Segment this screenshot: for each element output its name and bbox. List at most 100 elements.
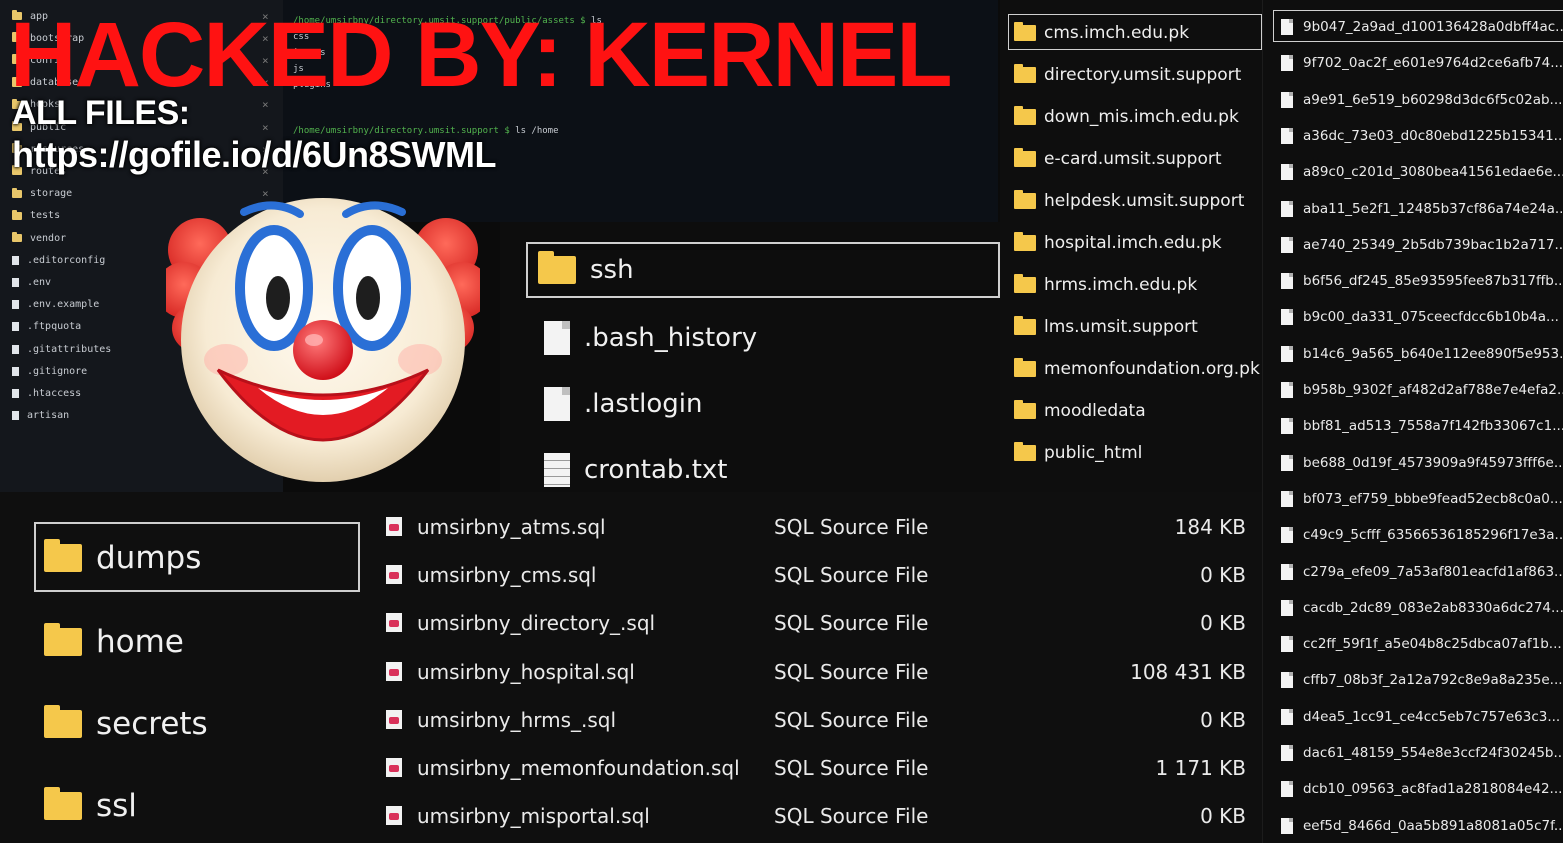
- domain-folder-item[interactable]: cms.imch.edu.pk: [1014, 18, 1189, 48]
- sql-file-row[interactable]: umsirbny_cms.sql SQL Source File 0 KB: [386, 557, 1246, 593]
- hash-file-item[interactable]: b6f56_df245_85e93595fee87b317ffb...: [1281, 266, 1563, 296]
- hash-file-item[interactable]: b958b_9302f_af482d2af788e7e4efa2...: [1281, 375, 1563, 405]
- hash-file-item[interactable]: b9c00_da331_075ceecfdcc6b10b4a...: [1281, 302, 1559, 332]
- sql-file-row[interactable]: umsirbny_hospital.sql SQL Source File 108 …: [386, 654, 1246, 690]
- folder-icon: [1014, 106, 1036, 125]
- file-icon: [1281, 781, 1293, 798]
- sql-file-row[interactable]: umsirbny_hrms_.sql SQL Source File 0 KB: [386, 702, 1246, 738]
- hash-file-item[interactable]: c49c9_5cfff_63566536185296f17e3a...: [1281, 520, 1563, 550]
- sidebar-item[interactable]: storage ×: [12, 184, 269, 204]
- sidebar-item[interactable]: .env: [12, 272, 51, 292]
- sql-file-row[interactable]: umsirbny_misportal.sql SQL Source File 0 K…: [386, 798, 1246, 834]
- hash-file-label: cc2ff_59f1f_a5e04b8c25dbca07af1b...: [1303, 636, 1562, 653]
- sql-file-type: SQL Source File: [774, 515, 929, 539]
- domain-folder-label: lms.umsit.support: [1044, 317, 1198, 337]
- sidebar-item-label: .gitignore: [27, 365, 88, 377]
- domain-folder-item[interactable]: hrms.imch.edu.pk: [1014, 270, 1197, 300]
- domain-folder-item[interactable]: moodledata: [1014, 396, 1146, 426]
- folder-item-home[interactable]: home: [44, 618, 184, 666]
- hash-file-item[interactable]: cc2ff_59f1f_a5e04b8c25dbca07af1b...: [1281, 629, 1562, 659]
- sidebar-item-label: vendor: [30, 232, 67, 244]
- home-item-bash_history[interactable]: .bash_history: [538, 314, 757, 362]
- domain-folder-label: cms.imch.edu.pk: [1044, 23, 1190, 43]
- hash-file-item[interactable]: a89c0_c201d_3080bea41561edae6e...: [1281, 157, 1563, 187]
- folder-item-ssl[interactable]: ssl: [44, 782, 137, 830]
- hash-file-item[interactable]: cacdb_2dc89_083e2ab8330a6dc274...: [1281, 593, 1563, 623]
- hash-file-item[interactable]: b14c6_9a565_b640e112ee890f5e953...: [1281, 339, 1563, 369]
- folder-item-secrets[interactable]: secrets: [44, 700, 208, 748]
- file-icon: [1281, 91, 1293, 108]
- sidebar-item[interactable]: tests: [12, 206, 60, 226]
- domain-folder-item[interactable]: down_mis.imch.edu.pk: [1014, 102, 1239, 132]
- hash-file-item[interactable]: cffb7_08b3f_2a12a792c8e9a8a235e...: [1281, 665, 1563, 695]
- hash-file-item[interactable]: a9e91_6e519_b60298d3dc6f5c02ab...: [1281, 85, 1562, 115]
- domain-folder-item[interactable]: helpdesk.umsit.support: [1014, 186, 1244, 216]
- domain-folder-item[interactable]: directory.umsit.support: [1014, 60, 1241, 90]
- folder-icon: [1014, 400, 1036, 419]
- sql-file-icon: [386, 806, 402, 826]
- hash-file-label: c279a_efe09_7a53af801eacfd1af863...: [1303, 563, 1563, 580]
- folder-item-label: secrets: [96, 706, 208, 742]
- sql-file-row[interactable]: umsirbny_directory_.sql SQL Source File 0 …: [386, 605, 1246, 641]
- file-icon: [1281, 490, 1293, 507]
- hash-file-item[interactable]: 9b047_2a9ad_d100136428a0dbff4ac...: [1281, 12, 1563, 42]
- home-item-ssh[interactable]: ssh: [538, 246, 634, 294]
- hash-file-item[interactable]: dac61_48159_554e8e3ccf24f30245b...: [1281, 738, 1563, 768]
- sidebar-item[interactable]: vendor: [12, 228, 66, 248]
- sidebar-item[interactable]: .htaccess110 B×: [12, 383, 269, 403]
- folder-icon: [1014, 190, 1036, 209]
- dumps-explorer-panel: dumps home secrets ssl umsirbny_atms.sql SQL …: [0, 492, 1262, 843]
- hash-file-item[interactable]: dcb10_09563_ac8fad1a2818084e42...: [1281, 774, 1562, 804]
- hash-file-item[interactable]: bf073_ef759_bbbe9fead52ecb8c0a0...: [1281, 484, 1563, 514]
- folder-item-dumps[interactable]: dumps: [44, 534, 201, 582]
- domain-folder-item[interactable]: hospital.imch.edu.pk: [1014, 228, 1222, 258]
- hash-file-item[interactable]: ae740_25349_2b5db739bac1b2a717...: [1281, 230, 1563, 260]
- domain-folder-label: public_html: [1044, 443, 1143, 463]
- folder-icon: [12, 232, 22, 242]
- sql-file-row[interactable]: umsirbny_memonfoundation.sql SQL Source F…: [386, 750, 1246, 786]
- file-icon: [1281, 636, 1293, 653]
- domain-folder-item[interactable]: memonfoundation.org.pk: [1014, 354, 1260, 384]
- text-file-icon: [544, 453, 570, 487]
- domain-folder-label: directory.umsit.support: [1044, 65, 1242, 85]
- sql-file-icon: [386, 661, 402, 681]
- banner-title: HACKED BY: KERNEL: [10, 4, 953, 106]
- sql-file-name: umsirbny_atms.sql: [417, 515, 606, 539]
- home-directory-panel: ssh .bash_history .lastlogin crontab.txt: [500, 222, 1000, 492]
- home-item-lastlogin[interactable]: .lastlogin: [538, 380, 703, 428]
- folder-icon: [44, 623, 82, 656]
- hash-file-item[interactable]: c279a_efe09_7a53af801eacfd1af863...: [1281, 557, 1563, 587]
- hash-file-label: be688_0d19f_4573909a9f45973fff6e...: [1303, 454, 1563, 471]
- hash-file-item[interactable]: bbf81_ad513_7558a7f142fb33067c1...: [1281, 411, 1563, 441]
- folder-icon: [1014, 358, 1036, 377]
- sql-file-size: 184 KB: [1174, 515, 1246, 539]
- sidebar-item[interactable]: artisan1.6 KB×: [12, 406, 269, 426]
- folder-icon: [12, 187, 22, 198]
- domain-folder-item[interactable]: lms.umsit.support: [1014, 312, 1198, 342]
- home-item-crontab-txt[interactable]: crontab.txt: [538, 446, 727, 492]
- sidebar-item[interactable]: .gitattributes: [12, 339, 111, 359]
- sidebar-item[interactable]: .gitignore151 B×: [12, 361, 269, 381]
- home-item-label: crontab.txt: [584, 455, 728, 485]
- hash-file-item[interactable]: a36dc_73e03_d0c80ebd1225b15341...: [1281, 121, 1563, 151]
- sidebar-item[interactable]: .editorconfig: [12, 250, 105, 270]
- hash-file-label: cffb7_08b3f_2a12a792c8e9a8a235e...: [1303, 672, 1563, 689]
- domain-folder-item[interactable]: public_html: [1014, 438, 1142, 468]
- close-icon[interactable]: ×: [262, 121, 269, 134]
- hash-file-item[interactable]: aba11_5e2f1_12485b37cf86a74e24a...: [1281, 194, 1563, 224]
- banner-link[interactable]: https://gofile.io/d/6Un8SWML: [12, 134, 496, 176]
- terminal-command: ls /home: [515, 126, 559, 136]
- sql-file-type: SQL Source File: [774, 707, 929, 732]
- sidebar-item[interactable]: .env.example: [12, 295, 99, 315]
- file-icon: [1281, 418, 1293, 435]
- folder-icon: [1014, 274, 1036, 293]
- file-icon: [1281, 273, 1293, 290]
- sql-file-name: umsirbny_memonfoundation.sql: [417, 756, 740, 780]
- sidebar-item[interactable]: .ftpquota: [12, 317, 81, 337]
- domain-folder-item[interactable]: e-card.umsit.support: [1014, 144, 1222, 174]
- hash-file-item[interactable]: eef5d_8466d_0aa5b891a8081a05c7f...: [1281, 811, 1563, 841]
- hash-file-item[interactable]: be688_0d19f_4573909a9f45973fff6e...: [1281, 448, 1563, 478]
- sql-file-row[interactable]: umsirbny_atms.sql SQL Source File 184 KB: [386, 509, 1246, 545]
- hash-file-item[interactable]: 9f702_0ac2f_e601e9764d2ce6afb74...: [1281, 48, 1563, 78]
- hash-file-item[interactable]: d4ea5_1cc91_ce4cc5eb7c757e63c3...: [1281, 702, 1560, 732]
